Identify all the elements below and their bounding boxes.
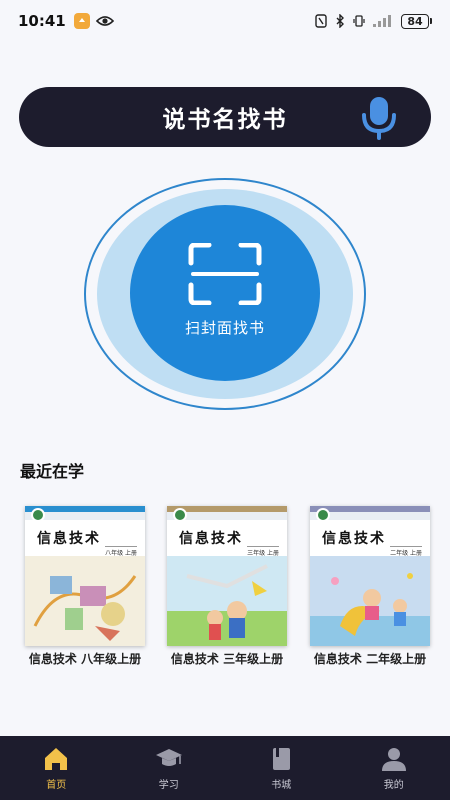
status-time: 10:41 bbox=[18, 12, 66, 30]
graduation-cap-icon bbox=[155, 748, 182, 766]
bluetooth-icon bbox=[336, 14, 344, 28]
eye-icon bbox=[95, 16, 114, 26]
nfc-icon bbox=[315, 14, 327, 28]
book-item[interactable]: 信息技术 八年级 上册 信息技术 八年级上册 bbox=[25, 506, 145, 666]
book-item[interactable]: 信息技术 三年级 上册 信息技术 三年级上册 bbox=[167, 506, 287, 666]
scan-cover-label: 扫封面找书 bbox=[184, 318, 265, 337]
cover-title: 信息技术 bbox=[37, 531, 101, 547]
book-icon bbox=[273, 747, 291, 770]
nav-label-home: 首页 bbox=[46, 779, 67, 791]
nav-item-profile[interactable]: 我的 bbox=[338, 736, 450, 800]
microphone-icon[interactable] bbox=[357, 95, 401, 141]
battery-indicator: 84 bbox=[401, 13, 432, 29]
book-title[interactable]: 信息技术 二年级上册 bbox=[305, 652, 435, 666]
scan-cover-area: 扫封面找书 bbox=[84, 178, 366, 410]
cover-illustration bbox=[167, 556, 287, 646]
book-item[interactable]: 信息技术 二年级 上册 信息技术 二年级上册 bbox=[310, 506, 430, 666]
home-icon bbox=[45, 747, 68, 770]
cover-illustration bbox=[25, 556, 145, 646]
app-notification-icon bbox=[73, 13, 90, 29]
publisher-logo-icon bbox=[173, 508, 187, 522]
status-left-icons bbox=[73, 13, 114, 29]
signal-icon bbox=[373, 15, 391, 27]
recent-books-list: 信息技术 八年级 上册 信息技术 八年级上册 信息技术 三年级 上册 信息技术 … bbox=[0, 500, 450, 690]
publisher-logo-icon bbox=[316, 508, 330, 522]
voice-search-button[interactable]: 说书名找书 bbox=[19, 87, 431, 147]
book-title[interactable]: 信息技术 三年级上册 bbox=[162, 652, 292, 666]
cover-illustration bbox=[310, 556, 430, 646]
battery-level: 84 bbox=[401, 13, 429, 29]
book-cover[interactable]: 信息技术 二年级 上册 bbox=[310, 506, 430, 646]
nav-label-bookstore: 书城 bbox=[271, 779, 292, 791]
status-right-icons: 84 bbox=[315, 13, 432, 29]
book-title[interactable]: 信息技术 八年级上册 bbox=[20, 652, 150, 666]
publisher-logo-icon bbox=[31, 508, 45, 522]
cover-title: 信息技术 bbox=[322, 531, 386, 547]
nav-label-profile: 我的 bbox=[383, 779, 404, 791]
nav-item-study[interactable]: 学习 bbox=[113, 736, 226, 800]
scan-frame-icon bbox=[188, 242, 262, 305]
nav-item-home[interactable]: 首页 bbox=[0, 736, 113, 800]
cover-title: 信息技术 bbox=[179, 531, 243, 547]
status-bar: 10:41 84 bbox=[0, 0, 450, 42]
vibrate-icon bbox=[353, 15, 365, 27]
voice-search-label: 说书名找书 bbox=[162, 107, 288, 133]
user-icon bbox=[381, 747, 406, 771]
scan-cover-button[interactable]: 扫封面找书 bbox=[130, 205, 320, 381]
book-cover[interactable]: 信息技术 八年级 上册 bbox=[25, 506, 145, 646]
nav-item-bookstore[interactable]: 书城 bbox=[225, 736, 338, 800]
book-cover[interactable]: 信息技术 三年级 上册 bbox=[167, 506, 287, 646]
nav-label-study: 学习 bbox=[158, 779, 179, 791]
bottom-nav: 首页 学习 书城 我的 bbox=[0, 736, 450, 800]
recent-section-title: 最近在学 bbox=[20, 462, 85, 481]
